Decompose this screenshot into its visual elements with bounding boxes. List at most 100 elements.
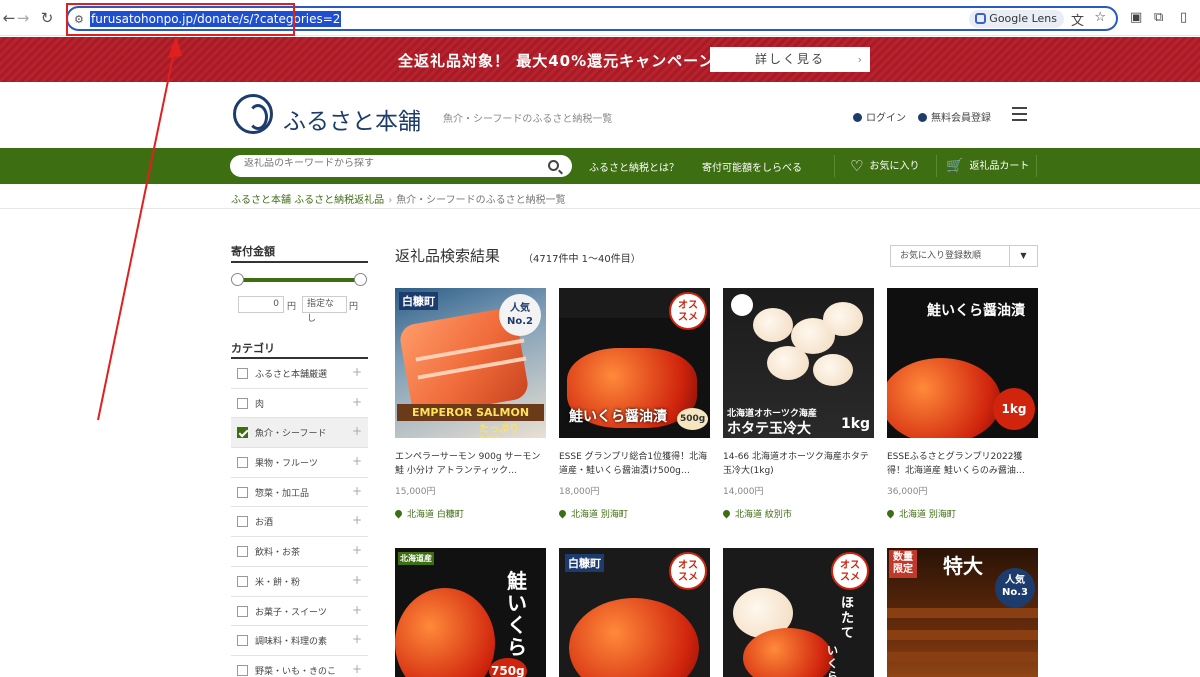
amount-slider-min-handle[interactable] [231,273,244,286]
category-item[interactable]: 飲料・お茶 + [231,537,368,567]
expand-plus-icon[interactable]: + [352,543,362,557]
product-price: 18,000円 [559,487,600,497]
expand-plus-icon[interactable]: + [352,424,362,438]
search-box[interactable] [230,155,572,177]
yen-unit: 円 [349,302,359,312]
category-checkbox[interactable] [237,427,248,439]
site-logo[interactable]: ふるさと本舗 [283,102,421,136]
puzzle-icon[interactable]: ⧉ [1154,10,1163,25]
menu-icon[interactable] [1012,107,1027,125]
search-icon[interactable] [548,160,559,171]
sort-select[interactable]: お気に入り登録数順 ▼ [890,245,1038,267]
category-item[interactable]: お酒 + [231,507,368,538]
breadcrumb-home[interactable]: ふるさと本舗 ふるさと納税返礼品 [231,195,384,206]
campaign-details-button[interactable]: 詳しく見る › [710,47,870,72]
cart-link[interactable]: 🛒 返礼品カート [946,157,1029,174]
amount-slider-track[interactable] [238,278,360,282]
category-item[interactable]: 果物・フルーツ + [231,448,368,478]
reload-icon[interactable]: ↻ [38,9,56,27]
category-list: ふるさと本舗厳選 + 肉 + 魚介・シーフード + 果物・フルーツ + 惣菜・加工品 + お酒 + 飲料… [231,359,368,677]
product-location[interactable]: 北海道 白糠町 [393,507,464,520]
category-checkbox[interactable] [237,546,248,558]
category-checkbox[interactable] [237,635,248,647]
image-weight-text: 500g [677,408,709,430]
cart-icon: 🛒 [946,158,964,174]
category-item[interactable]: 惣菜・加工品 + [231,478,368,508]
caret-down-icon: ▼ [1009,246,1037,266]
logo-mark-icon[interactable] [233,94,273,134]
product-image[interactable]: オス スメ ほたて いくら [723,548,874,677]
expand-plus-icon[interactable]: + [352,662,362,676]
category-checkbox[interactable] [237,664,248,676]
category-checkbox[interactable] [237,486,248,498]
register-link[interactable]: 無料会員登録 [918,109,991,124]
login-link[interactable]: ログイン [853,109,906,124]
category-item[interactable]: 肉 + [231,389,368,419]
category-checkbox[interactable] [237,605,248,617]
category-item[interactable]: ふるさと本舗厳選 + [231,359,368,389]
product-image[interactable]: 北海道オホーツク海産 ホタテ玉冷大 1kg [723,288,874,438]
expand-plus-icon[interactable]: + [352,395,362,409]
product-name[interactable]: エンペラーサーモン 900g サーモン 鮭 小分け アトランティック… [395,450,546,478]
category-item[interactable]: 魚介・シーフード + [231,418,368,449]
sidepanel-icon[interactable]: ▯ [1180,10,1187,25]
favorites-link[interactable]: ♡ お気に入り [850,157,919,175]
product-location[interactable]: 北海道 紋別市 [721,507,792,520]
amount-slider-max-handle[interactable] [354,273,367,286]
nav-simulate-link[interactable]: 寄付可能額をしらべる [702,159,802,174]
product-price: 14,000円 [723,487,764,497]
product-card[interactable]: 北海道産 鮭いくら 750g [395,548,546,677]
product-card[interactable]: 白糠町 オス スメ [559,548,710,677]
expand-plus-icon[interactable]: + [352,484,362,498]
product-location[interactable]: 北海道 別海町 [557,507,628,520]
category-checkbox[interactable] [237,516,248,528]
grill-bar [887,652,1038,662]
category-checkbox[interactable] [237,457,248,469]
product-image[interactable]: オス スメ 鮭いくら醤油漬 500g [559,288,710,438]
category-checkbox[interactable] [237,368,248,379]
expand-plus-icon[interactable]: + [352,573,362,587]
category-label: 飲料・お茶 [255,548,301,559]
product-image[interactable]: 数量 限定 特大 人気 No.3 [887,548,1038,677]
location-label: 北海道 別海町 [899,510,956,520]
expand-plus-icon[interactable]: + [352,454,362,468]
amount-max-input[interactable]: 指定なし [302,296,347,324]
lens-icon [975,13,987,24]
google-lens-button[interactable]: Google Lens [969,10,1064,28]
popularity-badge: 人気 No.2 [499,294,541,336]
amount-min-input[interactable]: 0 [238,296,284,313]
expand-plus-icon[interactable]: + [352,513,362,527]
category-item[interactable]: お菓子・スイーツ + [231,597,368,627]
results-count: （4717件中 1〜40件目） [523,254,641,265]
category-label: 野菜・いも・きのこ [255,666,337,677]
product-name[interactable]: ESSEふるさとグランプリ2022獲得！北海道産 鮭いくらのみ醤油… [887,450,1038,478]
product-image[interactable]: 鮭いくら醤油漬 1kg [887,288,1038,438]
category-item[interactable]: 野菜・いも・きのこ + [231,656,368,677]
forward-icon[interactable]: → [14,9,32,27]
category-checkbox[interactable] [237,397,248,409]
expand-plus-icon[interactable]: + [352,632,362,646]
product-image[interactable]: 白糠町 オス スメ [559,548,710,677]
expand-plus-icon[interactable]: + [352,365,362,379]
product-image[interactable]: 白糠町 人気 No.2 EMPEROR SALMON たっぷり900g [395,288,546,438]
category-item[interactable]: 米・餅・粉 + [231,567,368,597]
nav-divider [1036,155,1037,177]
login-label: ログイン [866,113,906,124]
product-image[interactable]: 北海道産 鮭いくら 750g [395,548,546,677]
product-name[interactable]: 14-66 北海道オホーツク海産ホタテ玉冷大(1kg) [723,450,874,478]
search-input[interactable] [244,158,544,169]
image-product-text: 特大 [943,554,983,578]
expand-plus-icon[interactable]: + [352,603,362,617]
product-name[interactable]: ESSE グランプリ総合1位獲得！北海道産・鮭いくら醤油漬け500g… [559,450,710,478]
image-product-text: 鮭いくら醤油漬 [569,409,667,425]
extension-icon[interactable]: ▣ [1130,10,1142,25]
translate-icon[interactable]: 文 [1071,10,1084,29]
product-card[interactable]: オス スメ ほたて いくら [723,548,874,677]
product-location[interactable]: 北海道 別海町 [885,507,956,520]
product-card[interactable]: 数量 限定 特大 人気 No.3 [887,548,1038,677]
nav-about-link[interactable]: ふるさと納税とは？ [589,159,679,174]
location-pin-icon [557,508,568,519]
category-checkbox[interactable] [237,575,248,587]
category-item[interactable]: 調味料・料理の素 + [231,626,368,656]
bookmark-star-icon[interactable]: ☆ [1094,10,1106,25]
